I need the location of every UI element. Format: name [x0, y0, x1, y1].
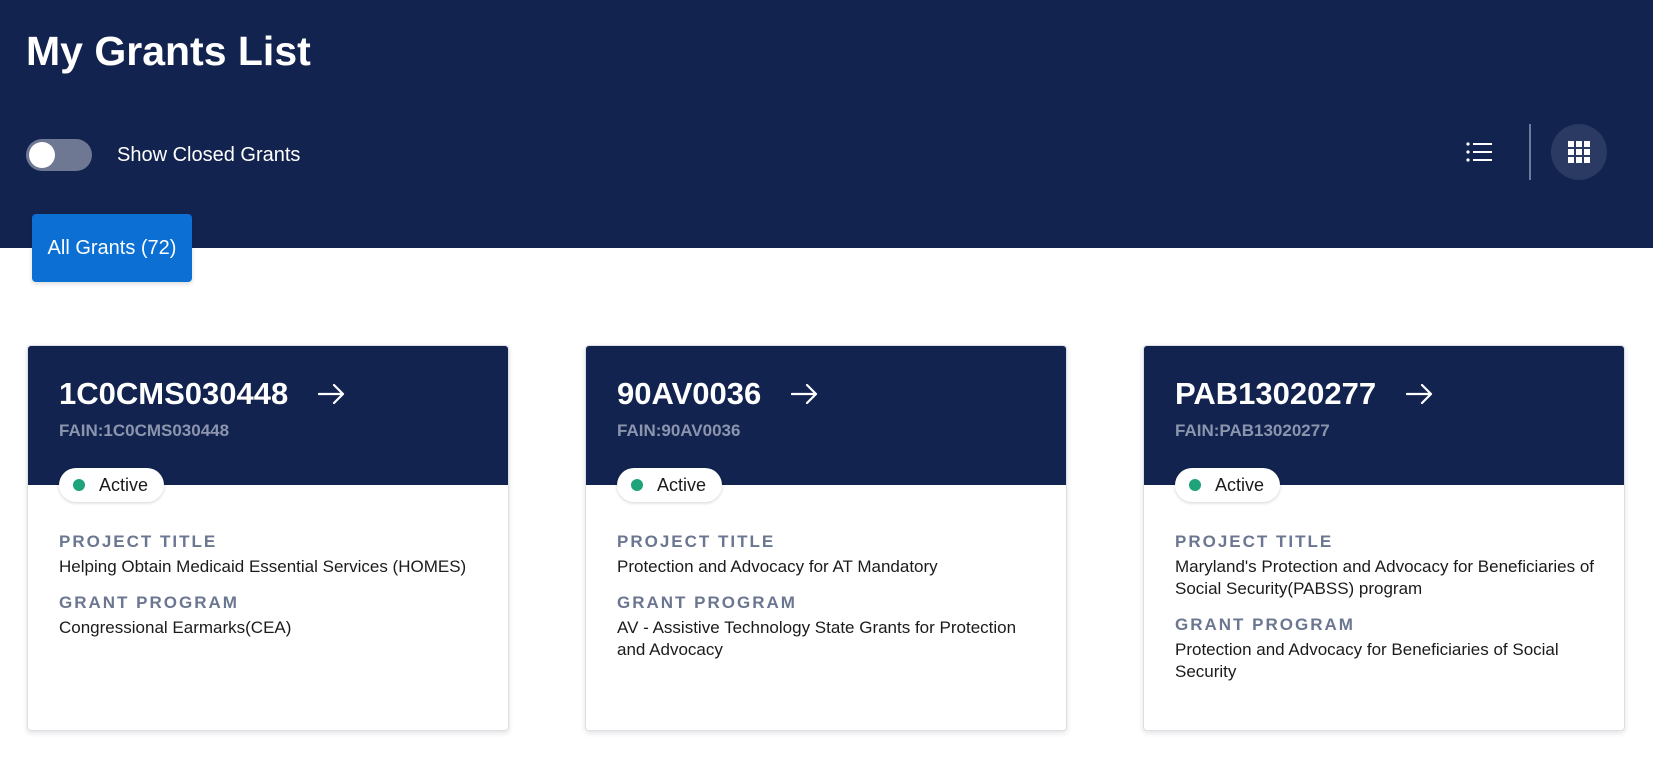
page-header: My Grants List Show Closed Grants [0, 0, 1653, 248]
status-badge: Active [617, 468, 723, 502]
show-closed-toggle-group: Show Closed Grants [26, 139, 300, 171]
status-text: Active [1215, 474, 1265, 495]
tab-all-grants[interactable]: All Grants (72) [32, 214, 192, 282]
arrow-right-icon[interactable] [318, 382, 346, 406]
grant-fain: FAIN:90AV0036 [617, 421, 741, 440]
status-dot-icon [73, 479, 85, 491]
grant-card-header: 90AV0036 FAIN:90AV0036 Active [586, 346, 1066, 502]
status-dot-icon [631, 479, 643, 491]
status-badge: Active [59, 468, 165, 502]
show-closed-grants-label: Show Closed Grants [117, 143, 301, 166]
list-icon [1466, 142, 1492, 162]
grant-program-value: Congressional Earmarks(CEA) [59, 618, 292, 637]
grant-id[interactable]: 90AV0036 [617, 376, 761, 412]
status-badge: Active [1175, 468, 1281, 502]
view-controls [1451, 124, 1607, 180]
list-view-button[interactable] [1451, 124, 1507, 180]
project-title-label: PROJECT TITLE [1175, 532, 1334, 551]
grant-card-body: PROJECT TITLE Protection and Advocacy fo… [617, 532, 1043, 676]
grant-card-header: 1C0CMS030448 FAIN:1C0CMS030448 Active [28, 346, 508, 502]
status-text: Active [657, 474, 707, 495]
show-closed-grants-toggle[interactable] [26, 139, 92, 171]
view-divider [1529, 124, 1531, 180]
grant-program-value: Protection and Advocacy for Beneficiarie… [1175, 640, 1559, 681]
grant-card: 90AV0036 FAIN:90AV0036 Active PROJECT TI… [585, 345, 1067, 731]
grant-program-label: GRANT PROGRAM [617, 593, 797, 612]
grant-card: PAB13020277 FAIN:PAB13020277 Active PROJ… [1143, 345, 1625, 731]
grant-card: 1C0CMS030448 FAIN:1C0CMS030448 Active PR… [27, 345, 509, 731]
grid-view-button[interactable] [1551, 124, 1607, 180]
project-title-value: Maryland's Protection and Advocacy for B… [1175, 557, 1595, 598]
grant-card-header: PAB13020277 FAIN:PAB13020277 Active [1144, 346, 1624, 502]
grant-program-label: GRANT PROGRAM [59, 593, 239, 612]
project-title-label: PROJECT TITLE [617, 532, 776, 551]
project-title-value: Protection and Advocacy for AT Mandatory [617, 557, 938, 576]
arrow-right-icon[interactable] [791, 382, 819, 406]
grid-icon [1568, 141, 1590, 163]
page-title: My Grants List [26, 28, 311, 74]
grant-id[interactable]: PAB13020277 [1175, 376, 1376, 412]
grant-program-label: GRANT PROGRAM [1175, 615, 1355, 634]
grant-id[interactable]: 1C0CMS030448 [59, 376, 288, 412]
grant-fain: FAIN:PAB13020277 [1175, 421, 1330, 440]
toggle-knob [29, 142, 55, 168]
grant-fain: FAIN:1C0CMS030448 [59, 421, 230, 440]
grant-card-body: PROJECT TITLE Helping Obtain Medicaid Es… [59, 532, 485, 654]
status-dot-icon [1189, 479, 1201, 491]
grant-program-value: AV - Assistive Technology State Grants f… [617, 618, 1017, 659]
project-title-label: PROJECT TITLE [59, 532, 218, 551]
project-title-value: Helping Obtain Medicaid Essential Servic… [59, 557, 467, 576]
grant-card-body: PROJECT TITLE Maryland's Protection and … [1175, 532, 1601, 698]
status-text: Active [99, 474, 149, 495]
arrow-right-icon[interactable] [1406, 382, 1434, 406]
